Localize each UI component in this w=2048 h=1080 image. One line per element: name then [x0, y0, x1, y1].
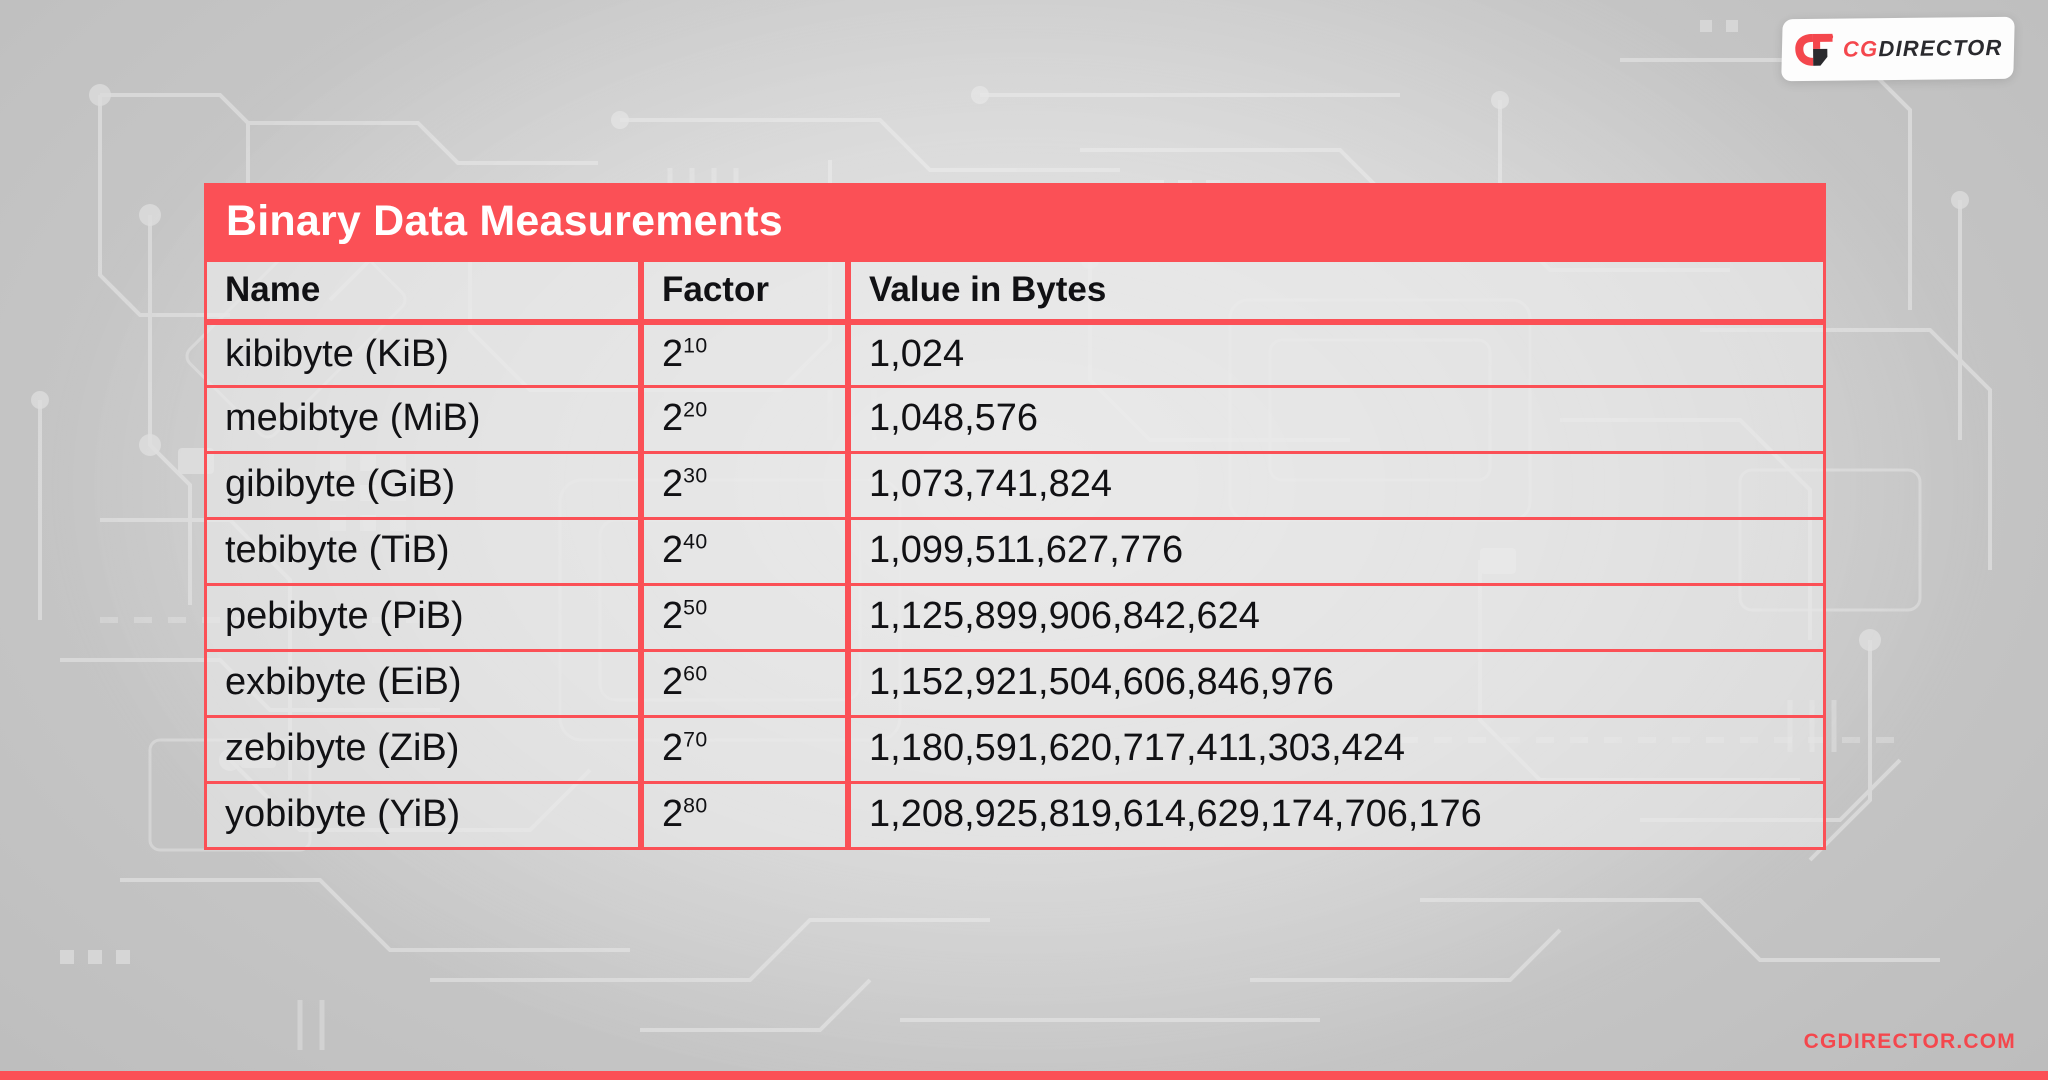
factor-base: 2	[662, 595, 684, 637]
cell-value-in-bytes: 1,152,921,504,606,846,976	[848, 652, 1826, 718]
factor-exponent: 60	[683, 661, 708, 686]
cell-factor: 240	[641, 520, 848, 586]
cell-value-in-bytes: 1,208,925,819,614,629,174,706,176	[848, 784, 1826, 850]
cell-value-in-bytes: 1,073,741,824	[848, 454, 1826, 520]
table-body: kibibyte (KiB) 210 1,024 mebibtye (MiB) 220 1…	[204, 322, 1826, 850]
cell-value-in-bytes: 1,099,511,627,776	[848, 520, 1826, 586]
factor-exponent: 50	[683, 595, 708, 620]
binary-data-table: Name Factor Value in Bytes kibibyte (KiB…	[204, 262, 1826, 850]
cell-unit-name: tebibyte (TiB)	[204, 520, 641, 586]
table-title: Binary Data Measurements	[204, 183, 1826, 262]
cell-unit-name: pebibyte (PiB)	[204, 586, 641, 652]
cell-factor: 280	[641, 784, 848, 850]
table-row: pebibyte (PiB) 250 1,125,899,906,842,624	[204, 586, 1826, 652]
cell-unit-name: yobibyte (YiB)	[204, 784, 641, 850]
table-header-row: Name Factor Value in Bytes	[204, 262, 1826, 322]
factor-exponent: 20	[683, 397, 708, 422]
table-row: exbibyte (EiB) 260 1,152,921,504,606,846,9…	[204, 652, 1826, 718]
factor-exponent: 70	[683, 727, 708, 752]
cell-unit-name: gibibyte (GiB)	[204, 454, 641, 520]
factor-exponent: 30	[683, 463, 708, 488]
cell-value-in-bytes: 1,180,591,620,717,411,303,424	[848, 718, 1826, 784]
factor-base: 2	[662, 529, 684, 571]
column-header-name: Name	[204, 262, 641, 322]
factor-base: 2	[662, 661, 684, 703]
cell-value-in-bytes: 1,024	[848, 322, 1826, 388]
binary-data-table-card: Binary Data Measurements Name Factor Val…	[204, 183, 1826, 850]
table-row: yobibyte (YiB) 280 1,208,925,819,614,629,1…	[204, 784, 1826, 850]
cell-unit-name: zebibyte (ZiB)	[204, 718, 641, 784]
table-row: mebibtye (MiB) 220 1,048,576	[204, 388, 1826, 454]
cell-value-in-bytes: 1,048,576	[848, 388, 1826, 454]
logo-text-director: DIRECTOR	[1878, 34, 2003, 62]
cell-value-in-bytes: 1,125,899,906,842,624	[848, 586, 1826, 652]
factor-base: 2	[662, 793, 684, 835]
cell-unit-name: exbibyte (EiB)	[204, 652, 641, 718]
logo-wordmark: CGDIRECTOR	[1843, 35, 2003, 63]
table-row: gibibyte (GiB) 230 1,073,741,824	[204, 454, 1826, 520]
cell-factor: 210	[641, 322, 848, 388]
factor-base: 2	[662, 463, 684, 505]
factor-exponent: 80	[683, 793, 708, 818]
cell-unit-name: mebibtye (MiB)	[204, 388, 641, 454]
cell-unit-name: kibibyte (KiB)	[204, 322, 641, 388]
factor-base: 2	[662, 727, 684, 769]
table-row: zebibyte (ZiB) 270 1,180,591,620,717,411,3…	[204, 718, 1826, 784]
cell-factor: 220	[641, 388, 848, 454]
column-header-factor: Factor	[641, 262, 848, 322]
cell-factor: 260	[641, 652, 848, 718]
footer-site-url: CGDIRECTOR.COM	[1803, 1030, 2016, 1053]
factor-base: 2	[662, 332, 684, 375]
cell-factor: 270	[641, 718, 848, 784]
table-row: tebibyte (TiB) 240 1,099,511,627,776	[204, 520, 1826, 586]
cgdirector-g-mark-icon	[1795, 33, 1834, 66]
logo-text-cg: CG	[1843, 36, 1879, 62]
footer-accent-bar	[0, 1071, 2048, 1080]
factor-exponent: 40	[683, 529, 708, 554]
table-row: kibibyte (KiB) 210 1,024	[204, 322, 1826, 388]
column-header-value: Value in Bytes	[848, 262, 1826, 322]
factor-base: 2	[662, 397, 684, 439]
cell-factor: 250	[641, 586, 848, 652]
factor-exponent: 10	[683, 332, 708, 357]
cgdirector-logo: CGDIRECTOR	[1781, 16, 2015, 82]
cell-factor: 230	[641, 454, 848, 520]
